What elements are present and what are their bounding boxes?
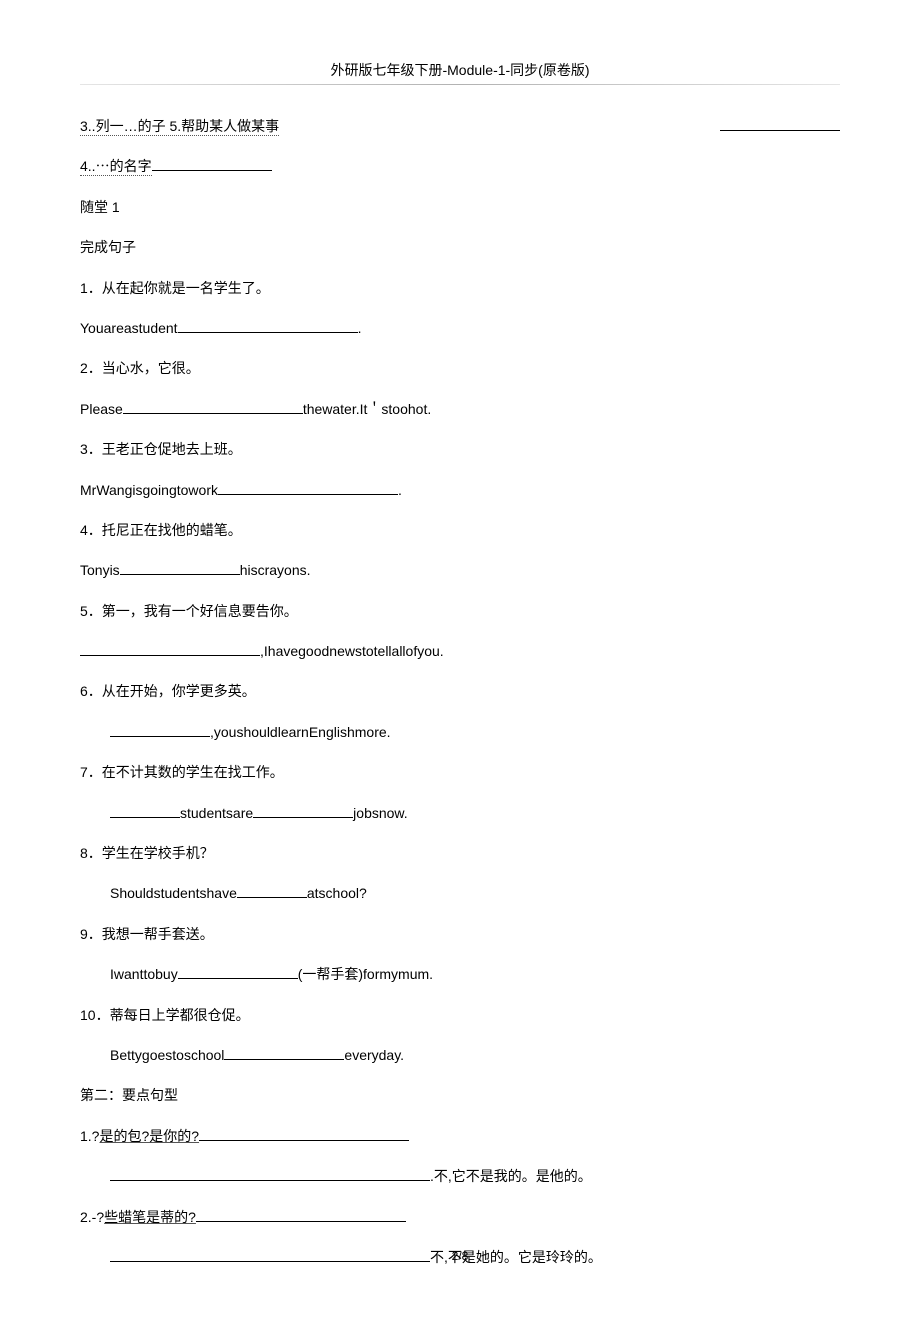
q10-chinese: 10．蒂每日上学都很仓促。: [80, 1004, 840, 1026]
q7-english: studentsare jobsnow.: [80, 802, 840, 824]
q5-english: ,Ihavegoodnewstotellallofyou.: [80, 640, 840, 662]
vocab-item-3: 3..列一…的子 5.帮助某人做某事: [80, 115, 840, 137]
q5-en-b: ,Ihavegoodnewstotellallofyou.: [260, 643, 444, 659]
q1-english: Youareastudent.: [80, 317, 840, 339]
section-1-title: 随堂 1: [80, 196, 840, 218]
q8-en-a: Shouldstudentshave: [110, 885, 237, 901]
q10-english: Bettygoestoschool everyday.: [80, 1044, 840, 1066]
q1-chinese: 1．从在起你就是一名学生了。: [80, 277, 840, 299]
vocab-item-4: 4..⋯的名字: [80, 155, 840, 177]
q3-en-a: MrWangisgoingtowork: [80, 482, 218, 498]
q6-chinese: 6．从在开始，你学更多英。: [80, 680, 840, 702]
q9-english: Iwanttobuy (一帮手套)formymum.: [80, 963, 840, 985]
s2-q1-ans: .不,它不是我的。是他的。: [430, 1168, 592, 1184]
q4-en-a: Tonyis: [80, 562, 120, 578]
q1-en-a: Youareastudent: [80, 320, 178, 336]
q8-chinese: 8．学生在学校手机？: [80, 842, 840, 864]
q2-english: Please thewater.It＇stoohot.: [80, 398, 840, 420]
q6-english: ,youshouldlearnEnglishmore.: [80, 721, 840, 743]
vocab-3-blank: [720, 117, 840, 131]
page-number: 2/8: [452, 1249, 469, 1263]
q10-en-a: Bettygoestoschool: [110, 1047, 224, 1063]
page-container: 外研版七年级下册-Module-1-同步(原卷版) 3..列一…的子 5.帮助某…: [0, 0, 920, 1326]
q2-en-a: Please: [80, 401, 123, 417]
s2-q2-line1: 2.-?些蜡笔是蒂的?: [80, 1206, 840, 1228]
q4-en-b: hiscrayons.: [240, 562, 311, 578]
q3-blank: [218, 481, 398, 495]
q4-english: Tonyis hiscrayons.: [80, 559, 840, 581]
q8-english: Shouldstudentshave atschool?: [80, 882, 840, 904]
q9-chinese: 9．我想一帮手套送。: [80, 923, 840, 945]
s2-q1-b: 是的包?是你的?: [99, 1128, 199, 1144]
q4-chinese: 4．托尼正在找他的蜡笔。: [80, 519, 840, 541]
page-footer: 2/8: [0, 1249, 920, 1263]
q6-en-b: ,youshouldlearnEnglishmore.: [210, 724, 391, 740]
q10-blank: [224, 1046, 344, 1060]
s2-q2-b: 些蜡笔是蒂的?: [104, 1209, 196, 1225]
q7-blank-1: [110, 804, 180, 818]
s2-q1-line2: .不,它不是我的。是他的。: [80, 1165, 840, 1187]
header-divider: [80, 84, 840, 85]
q4-blank: [120, 561, 240, 575]
s2-q1-blank-bottom: [110, 1167, 430, 1181]
vocab-3-text: 3..列一…的子 5.帮助某人做某事: [80, 118, 279, 136]
q10-en-b: everyday.: [344, 1047, 404, 1063]
q7-en-c: jobsnow.: [353, 805, 407, 821]
section-1-subtitle: 完成句子: [80, 236, 840, 258]
q7-chinese: 7．在不计其数的学生在找工作。: [80, 761, 840, 783]
q3-en-b: .: [398, 482, 402, 498]
section-2-title: 第二：要点句型: [80, 1084, 840, 1106]
vocab-4-blank: [152, 157, 272, 171]
q1-en-b: .: [358, 320, 362, 336]
q2-en-b: thewater.It＇stoohot.: [303, 401, 431, 417]
q2-blank: [123, 400, 303, 414]
s2-q2-a: 2.-?: [80, 1209, 104, 1225]
s2-q2-blank-top: [196, 1208, 406, 1222]
q5-blank: [80, 642, 260, 656]
q1-blank: [178, 319, 358, 333]
s2-q1-blank-top: [199, 1127, 409, 1141]
q3-chinese: 3．王老正仓促地去上班。: [80, 438, 840, 460]
q8-en-b: atschool?: [307, 885, 367, 901]
page-header-title: 外研版七年级下册-Module-1-同步(原卷版): [80, 60, 840, 80]
q2-chinese: 2．当心水，它很。: [80, 357, 840, 379]
q7-blank-2: [253, 804, 353, 818]
q8-blank: [237, 884, 307, 898]
q9-en-a: Iwanttobuy: [110, 966, 178, 982]
s2-q1-line1: 1.?是的包?是你的?: [80, 1125, 840, 1147]
q5-chinese: 5．第一，我有一个好信息要告你。: [80, 600, 840, 622]
q9-en-b: (一帮手套)formymum.: [298, 966, 433, 982]
q7-en-b: studentsare: [180, 805, 253, 821]
q3-english: MrWangisgoingtowork.: [80, 479, 840, 501]
q6-blank: [110, 723, 210, 737]
vocab-4-text: 4..⋯的名字: [80, 158, 152, 176]
q9-blank: [178, 965, 298, 979]
s2-q1-a: 1.?: [80, 1128, 99, 1144]
